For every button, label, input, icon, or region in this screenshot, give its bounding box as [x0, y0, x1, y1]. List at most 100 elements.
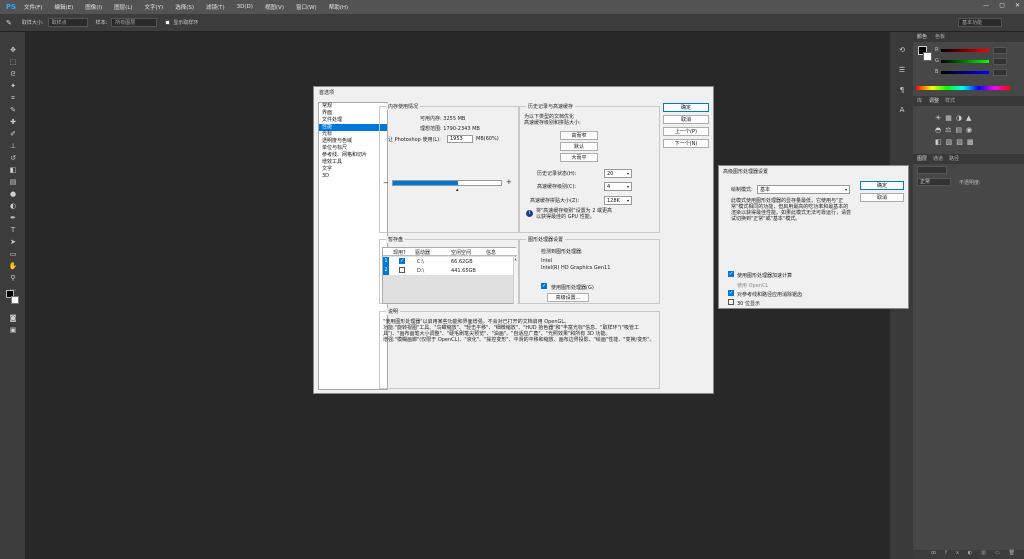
sample-select[interactable]: 所有图层 [111, 18, 158, 27]
maximize-button[interactable]: ▢ [999, 2, 1005, 9]
advanced-ok-button[interactable]: 确定 [860, 181, 904, 190]
ten-bit-checkbox[interactable] [728, 299, 734, 305]
quick-mask-icon[interactable]: ◙ [8, 314, 18, 322]
lasso-tool-icon[interactable]: ᘓ [8, 70, 18, 78]
gpu-compute-checkbox[interactable]: ✓ [728, 271, 734, 277]
shape-tool-icon[interactable]: ▭ [8, 250, 18, 258]
nav-item-guides[interactable]: 参考线、网格和切片 [319, 152, 387, 159]
antialias-checkbox[interactable]: ✓ [728, 290, 734, 296]
blue-value-field[interactable] [993, 69, 1007, 76]
color-ramp[interactable] [916, 86, 1010, 90]
pen-tool-icon[interactable]: ✒ [8, 214, 18, 222]
eyedropper-icon[interactable]: ✎ [6, 19, 12, 27]
gradient-tool-icon[interactable]: ▤ [8, 178, 18, 186]
dodge-tool-icon[interactable]: ◐ [8, 202, 18, 210]
memory-slider-thumb[interactable]: ▴ [456, 187, 459, 193]
show-ring-checkbox[interactable] [165, 20, 171, 25]
advanced-cancel-button[interactable]: 取消 [860, 193, 904, 202]
minimize-button[interactable]: — [983, 2, 989, 9]
blur-tool-icon[interactable]: ● [8, 190, 18, 198]
menu-type[interactable]: 文字(Y) [145, 3, 164, 11]
nav-item-file-handling[interactable]: 文件处理 [319, 117, 387, 124]
red-value-field[interactable] [993, 47, 1007, 54]
blend-mode-select[interactable]: 正常 [917, 178, 951, 186]
table-row[interactable]: 2 D:\ 441.65GB [383, 266, 513, 275]
type-tool-icon[interactable]: T [8, 226, 18, 234]
layer-filter-select[interactable] [917, 166, 947, 174]
screen-mode-icon[interactable]: ▣ [8, 326, 18, 334]
history-states-select[interactable]: 20 ▾ [604, 169, 632, 178]
paragraph-panel-icon[interactable]: ¶ [897, 86, 907, 94]
zoom-tool-icon[interactable]: ⚲ [8, 274, 18, 282]
menu-help[interactable]: 帮助(H) [329, 3, 348, 11]
healing-tool-icon[interactable]: ✚ [8, 118, 18, 126]
close-button[interactable]: ✕ [1015, 2, 1020, 9]
history-brush-tool-icon[interactable]: ↺ [8, 154, 18, 162]
tab-channels[interactable]: 通道 [933, 154, 943, 164]
tab-swatches[interactable]: 色板 [935, 32, 945, 42]
ps-memory-input[interactable]: 1953 [447, 135, 473, 143]
character-panel-icon[interactable]: A [897, 106, 907, 114]
red-slider[interactable] [941, 49, 989, 52]
color-background-swatch[interactable] [923, 52, 932, 61]
menu-filter[interactable]: 滤镜(T) [206, 3, 225, 11]
crop-tool-icon[interactable]: ⌗ [8, 94, 18, 102]
tab-color[interactable]: 颜色 [917, 32, 927, 42]
adjustment-icons-grid[interactable]: ☀▦◑▲ ◓⚖▤◉ ◧▧▨▩ [935, 112, 1005, 152]
tab-styles[interactable]: 样式 [945, 96, 955, 106]
tab-libraries[interactable]: 库 [917, 96, 922, 106]
sample-size-select[interactable]: 取样点 [47, 18, 88, 27]
menu-edit[interactable]: 编辑(E) [54, 3, 73, 11]
next-button[interactable]: 下一个(N) [663, 139, 709, 148]
menu-3d[interactable]: 3D(D) [237, 4, 253, 10]
nav-item-type[interactable]: 文字 [319, 166, 387, 173]
eyedropper-tool-icon[interactable]: ✎ [8, 106, 18, 114]
memory-minus-button[interactable]: − [383, 179, 389, 187]
row-active-checkbox[interactable] [399, 267, 405, 273]
previous-button[interactable]: 上一个(P) [663, 127, 709, 136]
quick-select-tool-icon[interactable]: ✦ [8, 82, 18, 90]
table-scrollbar[interactable]: ▲ [513, 257, 517, 304]
tab-layers[interactable]: 图层 [917, 154, 927, 164]
brush-tool-icon[interactable]: ✐ [8, 130, 18, 138]
green-value-field[interactable] [993, 58, 1007, 65]
tile-size-select[interactable]: 128K ▾ [604, 196, 632, 205]
tall-thin-button[interactable]: 高而窄 [560, 131, 598, 140]
workspace-select[interactable]: 基本功能 [958, 18, 1002, 27]
tab-paths[interactable]: 路径 [949, 154, 959, 164]
menu-file[interactable]: 文件(F) [24, 3, 42, 11]
nav-item-performance[interactable]: 性能 [319, 124, 387, 131]
tab-adjustments[interactable]: 调整 [929, 96, 939, 106]
path-select-tool-icon[interactable]: ➤ [8, 238, 18, 246]
memory-slider-track[interactable] [392, 180, 502, 186]
green-slider[interactable] [941, 60, 989, 63]
memory-plus-button[interactable]: + [506, 178, 512, 186]
nav-item-transparency[interactable]: 透明度与色域 [319, 138, 387, 145]
row-active-checkbox[interactable]: ✓ [399, 258, 405, 264]
stamp-tool-icon[interactable]: ⊥ [8, 142, 18, 150]
nav-item-cursors[interactable]: 光标 [319, 131, 387, 138]
cancel-button[interactable]: 取消 [663, 115, 709, 124]
history-panel-icon[interactable]: ⟲ [897, 46, 907, 54]
big-flat-button[interactable]: 大而平 [560, 153, 598, 162]
background-color-swatch[interactable] [11, 296, 19, 304]
cache-levels-select[interactable]: 4 ▾ [604, 182, 632, 191]
nav-item-general[interactable]: 常规 [319, 103, 387, 110]
menu-view[interactable]: 视图(V) [265, 3, 284, 11]
nav-item-3d[interactable]: 3D [319, 173, 387, 180]
nav-item-units[interactable]: 单位与标尺 [319, 145, 387, 152]
menu-image[interactable]: 图像(I) [85, 3, 102, 11]
move-tool-icon[interactable]: ✥ [8, 46, 18, 54]
menu-select[interactable]: 选择(S) [175, 3, 194, 11]
advanced-settings-button[interactable]: 高级设置... [547, 293, 589, 302]
nav-item-plugins[interactable]: 增效工具 [319, 159, 387, 166]
drawing-mode-select[interactable]: 基本 ▾ [757, 185, 850, 194]
use-gpu-checkbox[interactable]: ✓ [541, 283, 547, 289]
marquee-tool-icon[interactable]: ⬚ [8, 58, 18, 66]
menu-window[interactable]: 窗口(W) [296, 3, 317, 11]
eraser-tool-icon[interactable]: ◧ [8, 166, 18, 174]
properties-panel-icon[interactable]: ☰ [897, 66, 907, 74]
nav-item-interface[interactable]: 界面 [319, 110, 387, 117]
default-button[interactable]: 默认 [560, 142, 598, 151]
menu-layer[interactable]: 图层(L) [114, 3, 132, 11]
